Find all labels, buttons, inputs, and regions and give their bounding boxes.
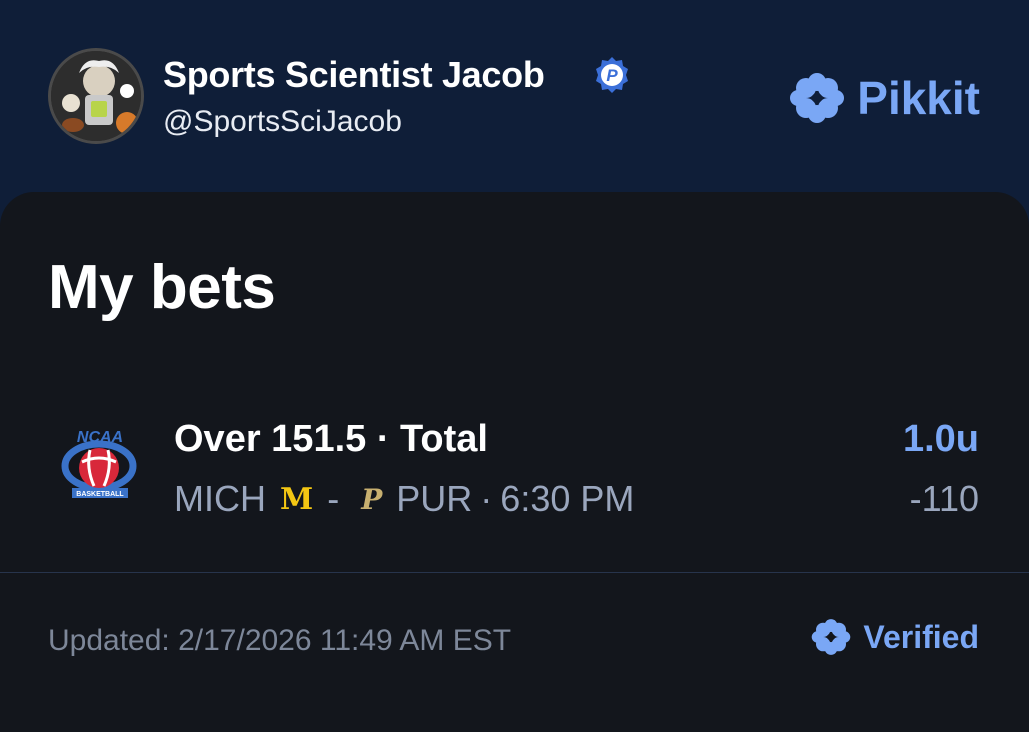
bet-matchup: MICH M - P PUR · 6:30 PM bbox=[174, 478, 634, 520]
brand-name: Pikkit bbox=[857, 72, 980, 124]
divider bbox=[0, 572, 1029, 573]
user-handle: @SportsSciJacob bbox=[163, 105, 402, 138]
avatar-illustration bbox=[51, 51, 141, 141]
basketball-text: BASKETBALL bbox=[76, 491, 124, 498]
matchup-separator: · bbox=[480, 478, 493, 519]
game-time: 6:30 PM bbox=[500, 478, 635, 519]
user-name: Sports Scientist Jacob bbox=[163, 54, 545, 95]
clover-icon bbox=[812, 619, 851, 655]
clover-icon bbox=[790, 73, 845, 123]
team-home: MICH bbox=[174, 478, 266, 519]
updated-timestamp: Updated: 2/17/2026 11:49 AM EST bbox=[48, 624, 512, 657]
page-title: My bets bbox=[48, 253, 276, 322]
michigan-logo-icon: M bbox=[280, 481, 314, 517]
team-away: PUR bbox=[396, 478, 473, 519]
profile-header: Sports Scientist Jacob P @SportsSciJacob… bbox=[0, 0, 1029, 200]
bet-units: 1.0u bbox=[902, 418, 979, 460]
purdue-logo-icon: P bbox=[361, 482, 383, 516]
verified-badge[interactable]: Verified bbox=[811, 618, 979, 656]
avatar[interactable] bbox=[48, 48, 144, 144]
bet-description[interactable]: Over 151.5 · Total bbox=[174, 418, 488, 461]
ncaa-basketball-logo-icon: NCAA BASKETBALL bbox=[60, 426, 138, 500]
matchup-dash: - bbox=[327, 478, 340, 519]
verified-label: Verified bbox=[863, 618, 979, 655]
brand-logo[interactable]: Pikkit bbox=[789, 72, 980, 124]
verified-p-badge-icon: P bbox=[593, 56, 631, 94]
ncaa-text: NCAA bbox=[77, 429, 123, 446]
bets-card: My bets NCAA BASKETBALL Over 151.5 · Tot… bbox=[0, 192, 1029, 732]
badge-letter: P bbox=[606, 66, 618, 85]
bet-odds: -110 bbox=[909, 478, 979, 519]
